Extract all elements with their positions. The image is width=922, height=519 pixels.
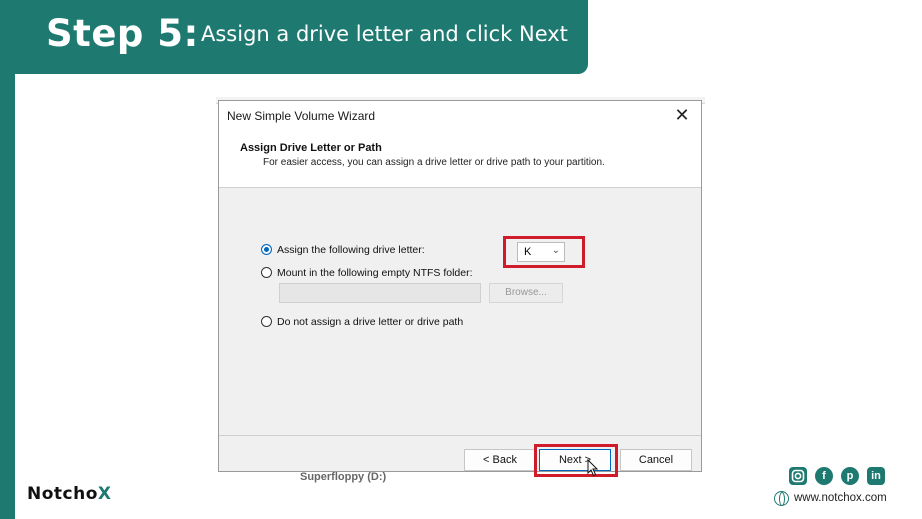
- wizard-screenshot: New Simple Volume Wizard ✕ Assign Drive …: [216, 97, 705, 485]
- left-accent-bar: [0, 0, 15, 519]
- step-banner: Step 5: Assign a drive letter and click …: [0, 0, 588, 74]
- assign-letter-radio[interactable]: [261, 244, 272, 255]
- folder-path-input[interactable]: [279, 283, 481, 303]
- pinterest-icon[interactable]: p: [841, 467, 859, 485]
- globe-icon: [774, 491, 789, 506]
- social-icons: f p in: [789, 467, 889, 487]
- new-simple-volume-wizard-dialog: New Simple Volume Wizard ✕ Assign Drive …: [218, 100, 702, 477]
- cancel-button[interactable]: Cancel: [620, 449, 692, 471]
- dialog-title: New Simple Volume Wizard: [227, 109, 376, 123]
- dialog-header: Assign Drive Letter or Path For easier a…: [219, 129, 701, 188]
- drive-letter-highlight: [503, 236, 585, 268]
- back-button[interactable]: < Back: [464, 449, 536, 471]
- assign-letter-label[interactable]: Assign the following drive letter:: [277, 244, 425, 256]
- mount-folder-radio[interactable]: [261, 267, 272, 278]
- step-instruction: Assign a drive letter and click Next: [201, 22, 568, 46]
- browse-button[interactable]: Browse...: [489, 283, 563, 303]
- header-subtitle: For easier access, you can assign a driv…: [263, 157, 605, 168]
- step-number: Step 5:: [46, 12, 199, 55]
- next-button-highlight: [534, 444, 618, 477]
- linkedin-icon[interactable]: in: [867, 467, 885, 485]
- dialog-titlebar: New Simple Volume Wizard ✕: [219, 101, 701, 129]
- no-letter-radio[interactable]: [261, 316, 272, 327]
- header-title: Assign Drive Letter or Path: [240, 142, 382, 154]
- footer-divider: [219, 435, 701, 436]
- notchox-logo: NotchoX: [27, 484, 112, 504]
- website-url[interactable]: www.notchox.com: [794, 492, 887, 504]
- close-icon[interactable]: ✕: [671, 104, 693, 126]
- no-letter-label[interactable]: Do not assign a drive letter or drive pa…: [277, 316, 463, 328]
- background-volume-label: Superfloppy (D:): [300, 471, 387, 483]
- mount-folder-label[interactable]: Mount in the following empty NTFS folder…: [277, 267, 473, 279]
- facebook-icon[interactable]: f: [815, 467, 833, 485]
- mouse-cursor-icon: [587, 459, 599, 477]
- instagram-icon[interactable]: [789, 467, 807, 485]
